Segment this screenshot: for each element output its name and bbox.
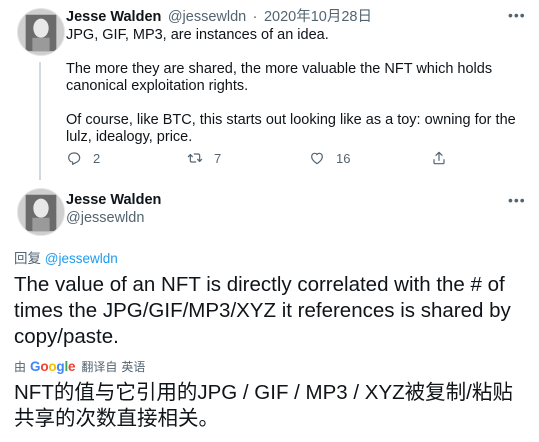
more-options-icon[interactable]: ••• [508, 8, 526, 22]
reply-button[interactable]: 2 [66, 150, 100, 166]
retweet-button[interactable]: 7 [187, 150, 221, 166]
avatar[interactable] [17, 188, 65, 236]
tweet-paragraph: Of course, like BTC, this starts out loo… [66, 112, 516, 145]
google-logo: Google [30, 359, 76, 374]
like-count: 16 [336, 150, 351, 166]
author-handle[interactable]: @jessewldn [168, 9, 246, 25]
more-options-icon[interactable]: ••• [508, 193, 526, 207]
heart-icon [311, 152, 323, 165]
retweet-count: 7 [214, 150, 222, 166]
avatar[interactable] [17, 8, 65, 56]
reply-prefix: 回复 [14, 251, 41, 266]
translation-attribution: 由 Google 翻译自 英语 [14, 358, 145, 375]
translated-text: NFT的值与它引用的JPG / GIF / MP3 / XYZ被复制/粘贴共享的… [14, 381, 513, 430]
replying-to: 回复 @jessewldn [14, 247, 118, 267]
thread-line [39, 62, 41, 180]
tweet-date[interactable]: 2020年10月28日 [264, 9, 372, 25]
tweet-actions: 2 7 16 [66, 150, 466, 170]
translated-by-label: 由 [14, 360, 27, 374]
tweet-text: The value of an NFT is directly correlat… [14, 273, 511, 348]
share-button[interactable] [431, 150, 447, 166]
author-handle[interactable]: @jessewldn [66, 210, 144, 226]
reply-handle-link[interactable]: @jessewldn [45, 251, 118, 266]
tweet-paragraph: The more they are shared, the more valua… [66, 61, 493, 94]
like-button[interactable]: 16 [309, 150, 350, 166]
source-language[interactable]: 英语 [121, 358, 145, 375]
avatar-image [18, 9, 64, 55]
separator: · [252, 9, 258, 25]
reply-count: 2 [93, 150, 101, 166]
author-name[interactable]: Jesse Walden [66, 192, 161, 208]
google-letter: e [68, 359, 76, 374]
share-icon [433, 151, 445, 165]
google-letter: G [30, 359, 41, 374]
avatar-image [18, 189, 64, 235]
tweet-header: Jesse Walden @jessewldn · 2020年10月28日 [66, 5, 372, 26]
tweet-body: JPG, GIF, MP3, are instances of an idea.… [66, 27, 526, 146]
tweet-paragraph: JPG, GIF, MP3, are instances of an idea. [66, 27, 329, 43]
translated-from-label[interactable]: 翻译自 [81, 358, 117, 375]
reply-icon [68, 152, 81, 165]
retweet-icon [187, 153, 203, 163]
author-name[interactable]: Jesse Walden [66, 9, 161, 25]
